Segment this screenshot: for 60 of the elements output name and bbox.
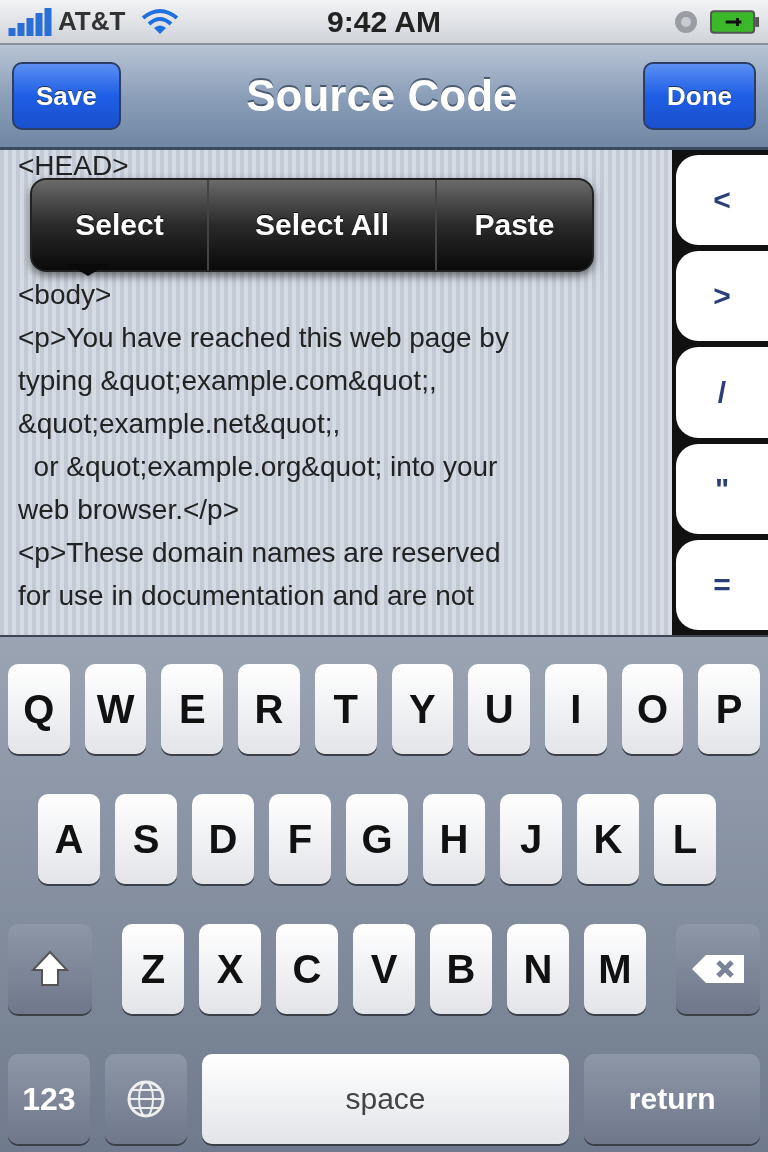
letter-key[interactable]: Z (122, 924, 184, 1014)
letter-key[interactable]: J (500, 794, 562, 884)
space-key[interactable]: space (201, 1054, 570, 1144)
code-line: &quot;example.net&quot;, (18, 407, 341, 440)
letter-key[interactable]: Y (391, 664, 454, 754)
letter-key[interactable]: X (199, 924, 261, 1014)
letter-key[interactable]: M (584, 924, 646, 1014)
letter-key[interactable]: L (654, 794, 716, 884)
symbol-key[interactable]: = (676, 539, 768, 630)
code-line: <p>You have reached this web page by (18, 321, 509, 354)
return-key[interactable]: return (584, 1054, 760, 1144)
wifi-icon (141, 7, 180, 36)
code-line: <p>These domain names are reserved (18, 536, 501, 569)
letter-key[interactable]: G (346, 794, 408, 884)
globe-icon (125, 1079, 166, 1119)
code-line: <body> (18, 278, 112, 311)
code-line: or &quot;example.org&quot; into your (32, 450, 498, 483)
letter-key[interactable]: V (353, 924, 415, 1014)
letter-key[interactable]: N (507, 924, 569, 1014)
symbol-key[interactable]: " (676, 443, 768, 534)
done-button[interactable]: Done (643, 62, 756, 130)
carrier-name: AT&T (58, 6, 126, 37)
letter-key[interactable]: P (698, 664, 761, 754)
letter-key[interactable]: T (314, 664, 377, 754)
letter-key[interactable]: B (430, 924, 492, 1014)
code-line: web browser.</p> (18, 493, 240, 526)
shift-key[interactable] (8, 924, 92, 1014)
menu-item[interactable]: Select (32, 180, 207, 270)
numbers-key[interactable]: 123 (8, 1054, 90, 1144)
menu-item[interactable]: Select All (207, 180, 435, 270)
code-line: for use in documentation and are not (18, 579, 475, 612)
letter-key[interactable]: O (621, 664, 684, 754)
save-button[interactable]: Save (12, 62, 121, 130)
letter-key[interactable]: I (544, 664, 607, 754)
globe-key[interactable] (104, 1054, 187, 1144)
status-time: 9:42 AM (327, 4, 441, 39)
symbol-key[interactable]: < (676, 155, 768, 246)
battery-icon (710, 9, 760, 34)
letter-key[interactable]: R (238, 664, 300, 754)
shift-arrow-icon (30, 949, 70, 989)
screen-title: Source Code (246, 71, 518, 121)
letter-key[interactable]: K (577, 794, 639, 884)
letter-key[interactable]: F (269, 794, 331, 884)
letter-key[interactable]: E (161, 664, 224, 754)
letter-key[interactable]: U (468, 664, 530, 754)
code-line: typing &quot;example.com&quot;, (18, 364, 437, 397)
letter-key[interactable]: Q (8, 664, 70, 754)
symbol-key[interactable]: / (676, 347, 768, 438)
letter-key[interactable]: W (84, 664, 147, 754)
symbol-key[interactable]: > (676, 251, 768, 342)
signal-icon (8, 7, 52, 36)
letter-key[interactable]: H (423, 794, 485, 884)
letter-key[interactable]: D (192, 794, 254, 884)
menu-item[interactable]: Paste (435, 180, 592, 270)
delete-key[interactable] (676, 924, 760, 1014)
code-line: <HEAD> (18, 150, 129, 182)
letter-key[interactable]: A (38, 794, 100, 884)
letter-key[interactable]: C (276, 924, 338, 1014)
alarm-icon (674, 9, 698, 34)
letter-key[interactable]: S (115, 794, 177, 884)
